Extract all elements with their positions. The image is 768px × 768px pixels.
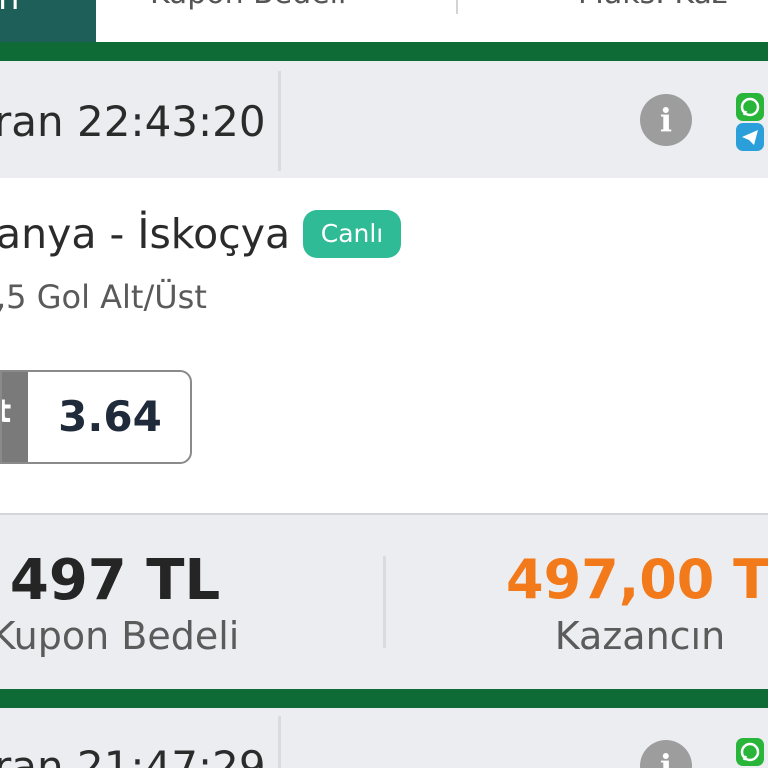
coupon-date: ran 22:43:20 [0,97,266,146]
whatsapp-share-icon[interactable] [736,93,764,121]
coupon-date-row-2: ran 21:47:29 i [0,708,768,768]
coupon-top-border [0,42,768,61]
tab-coupon-amount[interactable]: Kupon Bedeli [150,0,346,11]
tab-active[interactable]: n [0,0,96,42]
info-icon-2[interactable]: i [640,740,692,768]
selection-label: t [2,392,11,430]
date-row-divider [278,71,281,171]
selection-tag: t [2,372,28,462]
match-title: anya - İskoçya [0,210,291,258]
summary-divider [383,556,386,648]
telegram-share-icon[interactable] [736,123,764,151]
winnings-amount: 497,00 TL [506,548,768,611]
coupon-amount-label: Kupon Bedeli [0,614,240,658]
market-name: ,5 Gol Alt/Üst [0,278,207,316]
coupon-amount: 497 TL [9,548,221,613]
tab-active-label: n [0,0,20,18]
odds-box[interactable]: t 3.64 [0,370,192,464]
whatsapp-share-icon-2[interactable] [736,738,764,766]
winnings-label: Kazancın [554,614,726,658]
tab-divider [456,0,458,14]
tab-strip: n Kupon Bedeli Maks. Kaz [0,0,768,42]
live-status-badge: Canlı [303,210,401,258]
date-row-divider-2 [278,716,281,768]
odds-value: 3.64 [58,392,162,441]
coupon-date-2: ran 21:47:29 [0,742,266,768]
info-icon[interactable]: i [640,94,692,146]
coupon-date-row: ran 22:43:20 i [0,61,768,178]
coupon-bottom-border [0,689,768,708]
tab-max-winnings[interactable]: Maks. Kaz [578,0,728,11]
